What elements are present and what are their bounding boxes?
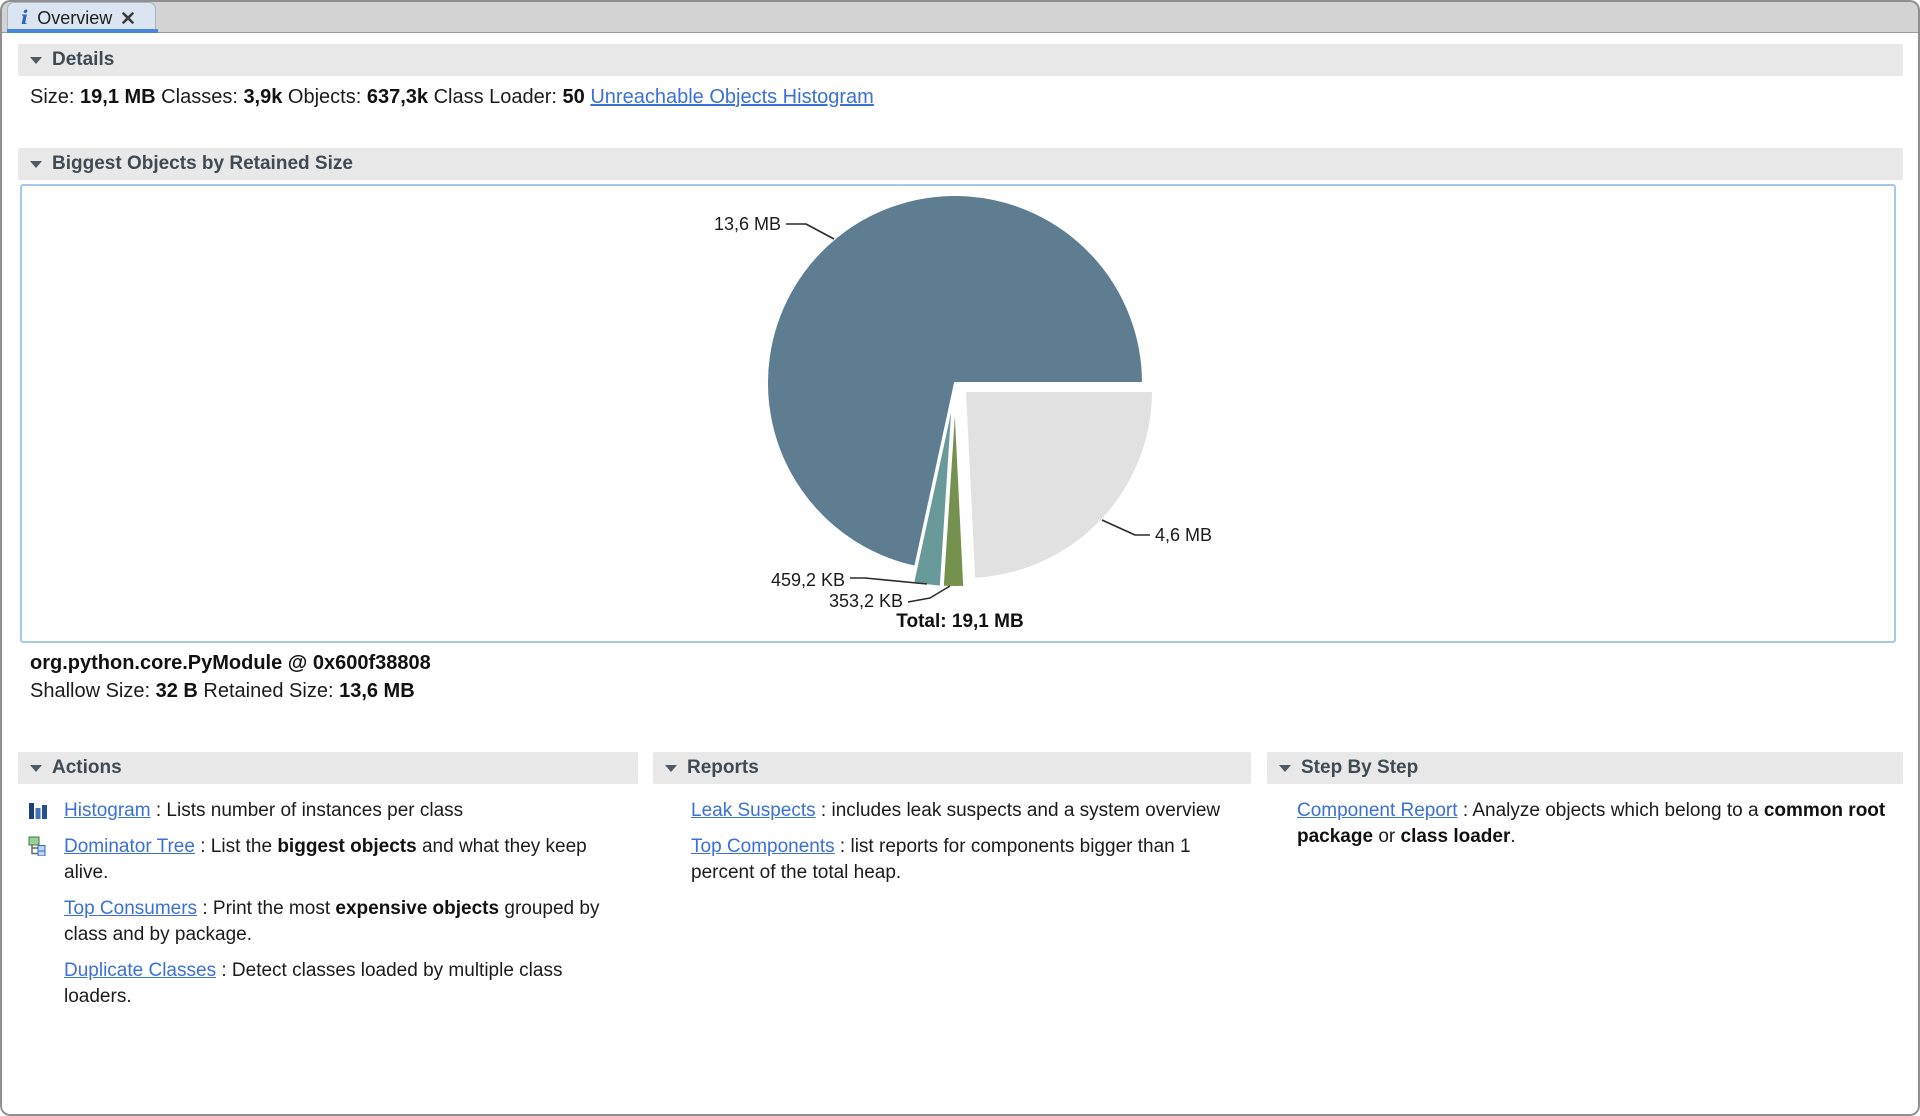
link-component-report[interactable]: Component Report: [1297, 800, 1458, 821]
text-segment: Retained Size:: [198, 680, 339, 702]
text-segment: Size:: [30, 86, 80, 108]
text-segment: : List the: [195, 836, 277, 857]
pie-slice[interactable]: [965, 391, 1153, 579]
text-segment: 13,6 MB: [339, 680, 415, 702]
dominator-tree-icon: [28, 836, 48, 856]
heap-details-line: Size: 19,1 MB Classes: 3,9k Objects: 637…: [30, 85, 874, 109]
callout-line: [786, 224, 834, 239]
reports-list: Leak Suspects : includes leak suspects a…: [653, 798, 1251, 886]
reports-section: Reports Leak Suspects : includes leak su…: [653, 752, 1251, 896]
list-item: Top Components : list reports for compon…: [691, 834, 1241, 886]
callout-line: [908, 586, 950, 602]
section-header-reports[interactable]: Reports: [653, 752, 1251, 784]
text-segment: .: [1510, 826, 1515, 847]
section-title: Step By Step: [1301, 757, 1418, 779]
section-title: Reports: [687, 757, 759, 779]
link-top-consumers[interactable]: Top Consumers: [64, 898, 197, 919]
link-top-components[interactable]: Top Components: [691, 836, 835, 857]
link-unreachable-objects-histogram[interactable]: Unreachable Objects Histogram: [590, 86, 873, 108]
tab-bar: i Overview: [0, 0, 1920, 33]
section-header-step-by-step[interactable]: Step By Step: [1267, 752, 1903, 784]
collapse-triangle-icon: [30, 57, 42, 64]
list-item: Histogram : Lists number of instances pe…: [64, 798, 618, 824]
text-segment: 19,1 MB: [80, 86, 156, 108]
text-segment: biggest objects: [277, 836, 416, 857]
list-item: Duplicate Classes : Detect classes loade…: [64, 958, 618, 1010]
collapse-triangle-icon: [665, 765, 677, 772]
pie-slice-label: 13,6 MB: [714, 214, 781, 234]
histogram-icon: [28, 800, 48, 820]
text-segment: or: [1373, 826, 1400, 847]
close-icon[interactable]: [121, 11, 135, 25]
step-by-step-list: Component Report : Analyze objects which…: [1267, 798, 1903, 850]
text-segment: Shallow Size:: [30, 680, 156, 702]
selected-object-title: org.python.core.PyModule @ 0x600f38808: [30, 652, 431, 675]
actions-section: Actions Histogram : Lists number of inst…: [18, 752, 638, 1020]
text-segment: Classes:: [156, 86, 244, 108]
text-segment: 3,9k: [243, 86, 282, 108]
text-segment: : Analyze objects which belong to a: [1458, 800, 1764, 821]
step-by-step-section: Step By Step Component Report : Analyze …: [1267, 752, 1903, 860]
text-segment: 50: [563, 86, 585, 108]
link-leak-suspects[interactable]: Leak Suspects: [691, 800, 816, 821]
pie-chart-panel: 4,6 MB 353,2 KB459,2 KB 13,6 MB Total: 19,1…: [20, 184, 1896, 643]
pie-slice-label: 353,2 KB: [829, 591, 903, 611]
selected-object-sizes: Shallow Size: 32 B Retained Size: 13,6 M…: [30, 680, 415, 703]
section-header-actions[interactable]: Actions: [18, 752, 638, 784]
callout-line: [1102, 520, 1150, 535]
text-segment: Class Loader:: [428, 86, 563, 108]
memory-analyzer-window: i Overview Details Size: 19,1 MB Classes…: [0, 0, 1920, 1116]
collapse-triangle-icon: [30, 161, 42, 168]
section-header-biggest-objects[interactable]: Biggest Objects by Retained Size: [18, 148, 1903, 180]
list-item: Leak Suspects : includes leak suspects a…: [691, 798, 1241, 824]
collapse-triangle-icon: [30, 765, 42, 772]
text-segment: expensive objects: [335, 898, 499, 919]
section-title: Actions: [52, 757, 122, 779]
text-segment: : includes leak suspects and a system ov…: [816, 800, 1220, 821]
link-histogram[interactable]: Histogram: [64, 800, 151, 821]
list-item: Top Consumers : Print the most expensive…: [64, 896, 618, 948]
pie-slice-label: 459,2 KB: [771, 570, 845, 590]
pie-chart: 4,6 MB 353,2 KB459,2 KB 13,6 MB Total: 19,1…: [22, 186, 1894, 641]
text-segment: : Print the most: [197, 898, 335, 919]
pie-total-label: Total: 19,1 MB: [896, 611, 1023, 632]
list-item: Component Report : Analyze objects which…: [1297, 798, 1903, 850]
actions-list: Histogram : Lists number of instances pe…: [18, 798, 638, 1010]
text-segment: : Lists number of instances per class: [151, 800, 464, 821]
link-duplicate-classes[interactable]: Duplicate Classes: [64, 960, 216, 981]
section-title: Details: [52, 49, 114, 71]
collapse-triangle-icon: [1279, 765, 1291, 772]
pie-slice-label: 4,6 MB: [1155, 525, 1212, 545]
text-segment: 637,3k: [367, 86, 428, 108]
text-segment: class loader: [1401, 826, 1511, 847]
list-item: Dominator Tree : List the biggest object…: [64, 834, 618, 886]
info-icon: i: [21, 9, 28, 28]
section-header-details[interactable]: Details: [18, 44, 1903, 76]
section-title: Biggest Objects by Retained Size: [52, 153, 353, 175]
text-segment: 32 B: [156, 680, 198, 702]
link-dominator-tree[interactable]: Dominator Tree: [64, 836, 195, 857]
text-segment: Objects:: [282, 86, 366, 108]
tab-overview-label: Overview: [37, 8, 112, 29]
tab-active-underline: [7, 29, 158, 33]
